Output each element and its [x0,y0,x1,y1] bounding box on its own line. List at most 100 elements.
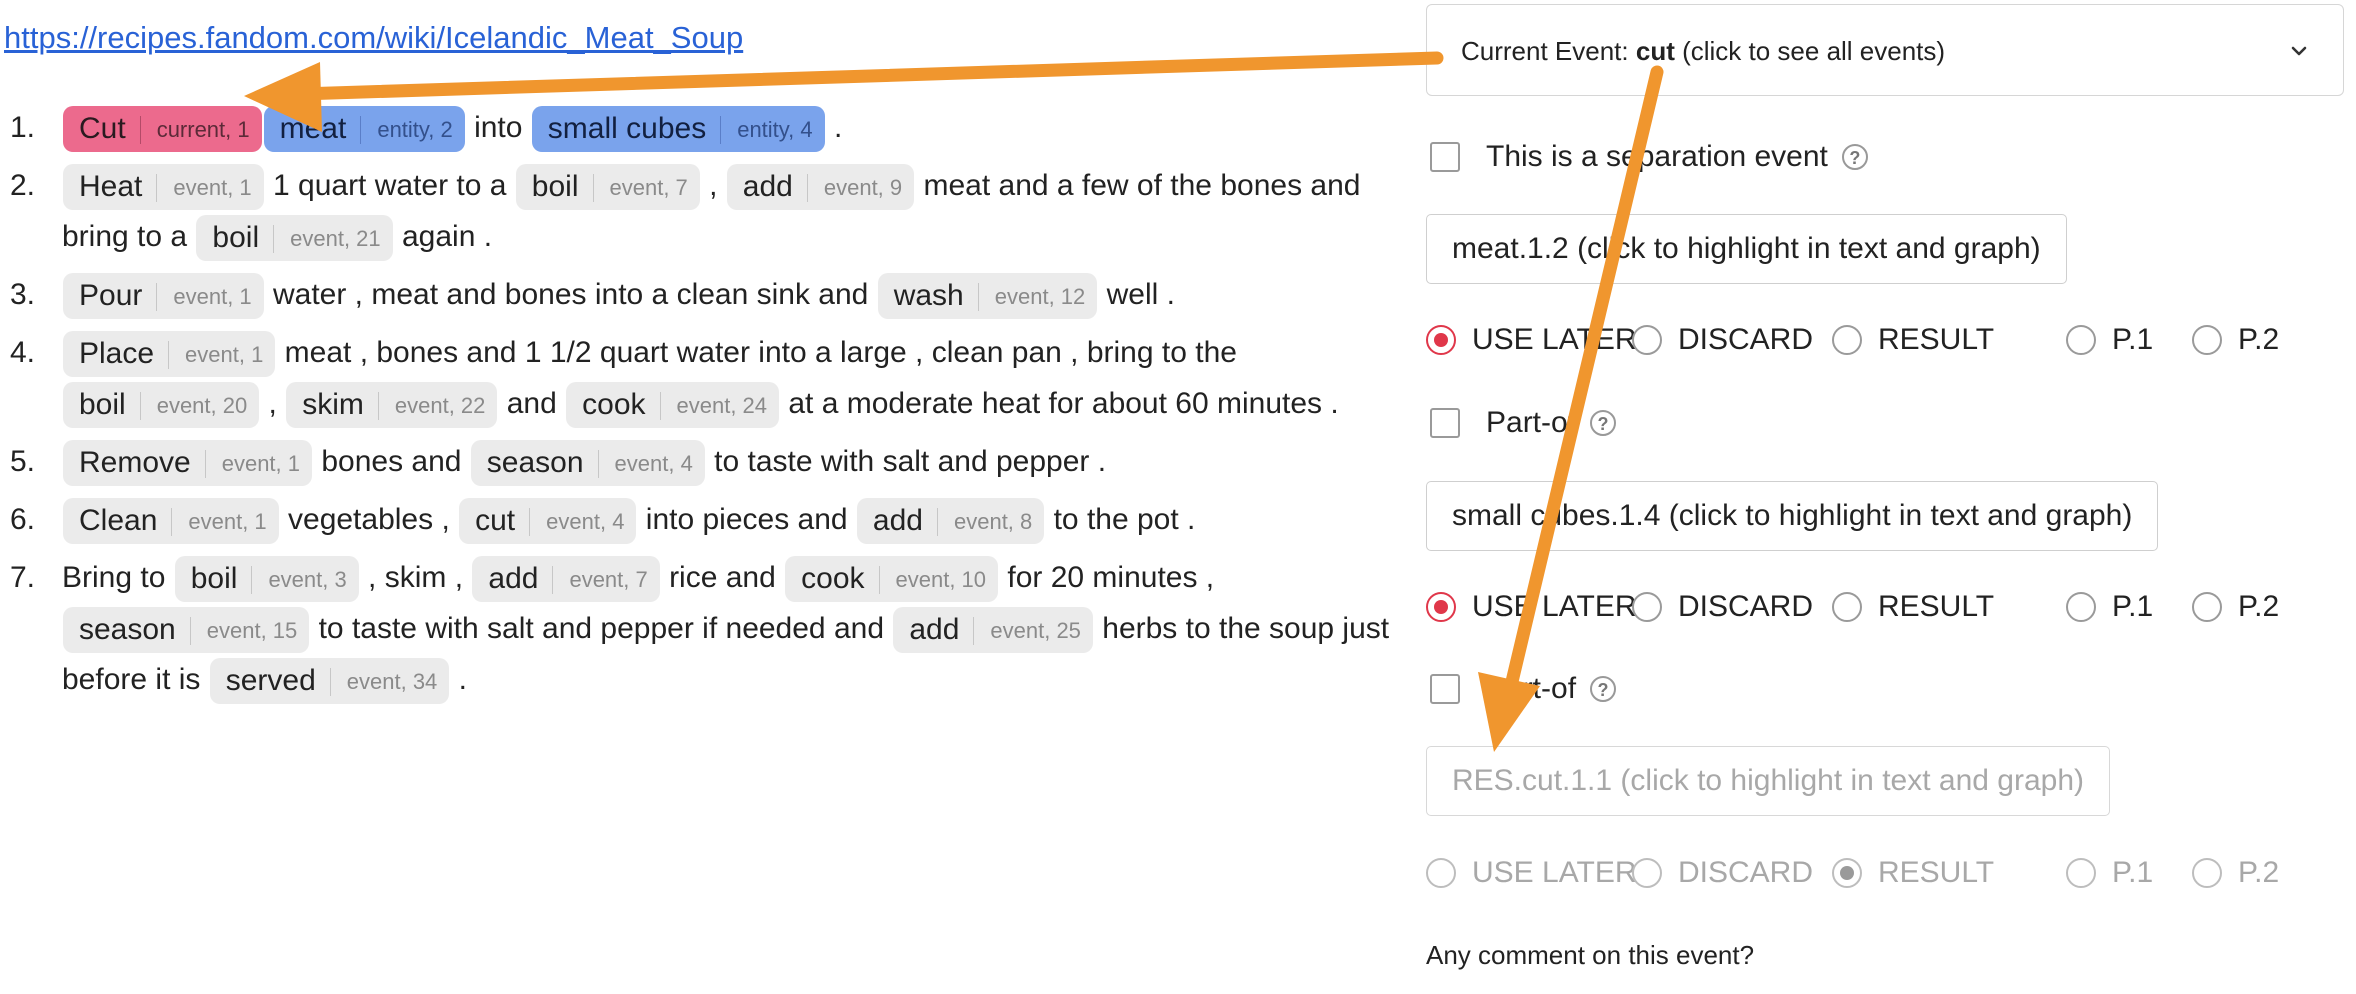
step-line: Clean event, 1 vegetables , cut event, 4 i… [62,494,1410,545]
event-token[interactable]: Heat event, 1 [63,164,264,211]
radio-option-use-later[interactable]: USE LATER [1426,323,1637,357]
radio-label: P.2 [2238,856,2280,889]
radio-circle[interactable] [1832,592,1862,622]
separation-event-checkbox[interactable] [1430,142,1460,172]
event-token[interactable]: season event, 15 [63,607,310,654]
radio-circle[interactable] [1632,592,1662,622]
token-word: wash [893,279,964,313]
radio-circle[interactable] [2066,325,2096,355]
token-ref-badge: event, 4 [597,450,693,479]
event-token[interactable]: season event, 4 [470,440,705,487]
help-circle-icon[interactable]: ? [1590,410,1617,436]
radio-circle[interactable] [1632,325,1662,355]
argument-meat-box[interactable]: meat.1.2 (click to highlight in text and… [1426,214,2067,284]
event-token[interactable]: add event, 25 [893,607,1093,654]
radio-option-discard[interactable]: DISCARD [1632,323,1813,357]
token-word: Place [79,337,155,371]
radio-label: P.1 [2112,323,2154,356]
radio-option-use-later[interactable]: USE LATER [1426,856,1637,890]
token-word: add [488,562,539,596]
event-token[interactable]: Clean event, 1 [63,498,279,545]
step-line: before it is served event, 34 . [62,654,1410,705]
entity-token[interactable]: meat entity, 2 [263,106,465,153]
radio-circle[interactable] [2192,325,2222,355]
radio-label: RESULT [1878,856,1995,889]
recipe-step: 7. Bring to boil event, 3 , skim , add even… [10,552,1410,705]
radio-option-use-later[interactable]: USE LATER [1426,590,1637,624]
event-token[interactable]: wash event, 12 [877,273,1098,320]
argument-small-cubes-box[interactable]: small cubes.1.4 (click to highlight in t… [1426,481,2159,551]
token-word: served [225,664,316,698]
token-ref-badge: event, 15 [189,617,297,646]
radio-circle[interactable] [1832,325,1862,355]
radio-option-p-2[interactable]: P.2 [2192,323,2279,357]
step-text: . [825,111,843,144]
event-token[interactable]: add event, 8 [856,498,1045,545]
radio-option-p-1[interactable]: P.1 [2066,590,2153,624]
radio-option-result[interactable]: RESULT [1832,323,1994,357]
token-ref-badge: event, 25 [973,617,1081,646]
step-number: 1. [10,111,36,144]
radio-option-p-1[interactable]: P.1 [2066,856,2153,890]
current-token[interactable]: Cut current, 1 [63,106,262,153]
event-token[interactable]: add event, 7 [472,556,660,603]
step-text: , skim , [359,561,472,594]
event-token[interactable]: skim event, 22 [286,382,498,429]
token-ref-badge: event, 34 [329,668,437,697]
token-word: cook [582,388,646,422]
radio-option-p-2[interactable]: P.2 [2192,590,2279,624]
radio-circle[interactable] [1832,858,1862,888]
event-token[interactable]: boil event, 7 [515,164,700,211]
event-token[interactable]: cook event, 24 [566,382,780,429]
radio-circle[interactable] [2066,858,2096,888]
event-token[interactable]: served event, 34 [209,658,450,705]
event-annotation-panel: Current Event: cut (click to see all eve… [1426,0,2346,994]
token-word: season [79,613,176,647]
step-text: herbs to the soup just [1093,612,1390,645]
current-event-name: cut [1635,36,1675,66]
radio-circle[interactable] [1632,858,1662,888]
radio-option-result[interactable]: RESULT [1832,590,1994,624]
help-circle-icon[interactable]: ? [1841,144,1868,170]
radio-option-discard[interactable]: DISCARD [1632,590,1813,624]
radio-option-p-2[interactable]: P.2 [2192,856,2279,890]
event-token[interactable]: boil event, 20 [63,382,260,429]
part-of-row-1: Part-of ? [1426,406,1617,440]
event-token[interactable]: Remove event, 1 [63,440,312,487]
radio-circle[interactable] [2192,858,2222,888]
step-text: , [260,387,286,420]
current-event-dropdown[interactable]: Current Event: cut (click to see all eve… [1426,4,2344,96]
argument-result-box[interactable]: RES.cut.1.1 (click to highlight in text … [1426,746,2110,816]
event-token[interactable]: add event, 9 [726,164,915,211]
step-line: Place event, 1 meat , bones and 1 1/2 qua… [62,327,1410,378]
event-token[interactable]: boil event, 21 [196,215,393,262]
event-token[interactable]: cook event, 10 [785,556,999,603]
recipe-step: 3. Pour event, 1 water , meat and bones in… [10,269,1410,320]
step-text: vegetables , [279,503,459,536]
token-ref-badge: event, 20 [139,392,247,421]
radio-circle[interactable] [2066,592,2096,622]
source-url-link[interactable]: https://recipes.fandom.com/wiki/Icelandi… [4,20,743,56]
radio-option-discard[interactable]: DISCARD [1632,856,1813,890]
radio-circle[interactable] [1426,858,1456,888]
step-text: bones and [313,445,470,478]
radio-circle[interactable] [1426,592,1456,622]
event-token[interactable]: cut event, 4 [459,498,637,545]
entity-token[interactable]: small cubes entity, 4 [531,106,825,153]
part-of-checkbox[interactable] [1430,408,1460,438]
radio-circle[interactable] [1426,325,1456,355]
recipe-step: 5. Remove event, 1 bones and season event, … [10,436,1410,487]
event-token[interactable]: Place event, 1 [63,331,276,378]
help-circle-icon[interactable]: ? [1590,676,1617,702]
event-token[interactable]: boil event, 3 [174,556,359,603]
part-of-checkbox[interactable] [1430,674,1460,704]
token-word: cut [475,504,516,538]
radio-circle[interactable] [2192,592,2222,622]
recipe-step: 1. Cut current, 1 meat entity, 2 into small … [10,102,1410,153]
radio-option-p-1[interactable]: P.1 [2066,323,2153,357]
radio-option-result[interactable]: RESULT [1832,856,1994,890]
token-word: boil [531,170,579,204]
event-token[interactable]: Pour event, 1 [63,273,264,320]
token-word: add [742,170,793,204]
step-line: Heat event, 1 1 quart water to a boil even… [62,160,1410,211]
